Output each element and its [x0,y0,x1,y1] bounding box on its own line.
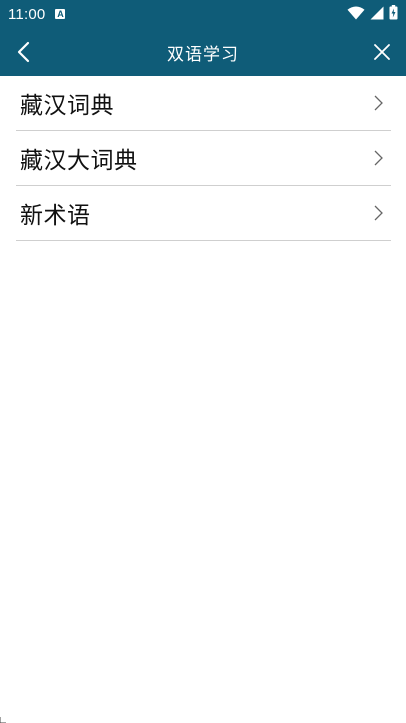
list-item-label: 藏汉大词典 [20,148,138,174]
wifi-icon [347,6,365,19]
list-item-label: 新术语 [20,203,91,229]
chevron-right-icon [374,205,383,221]
page-title: 双语学习 [167,44,239,65]
corner-decoration [0,717,6,723]
list-item-new-terms[interactable]: 新术语 [16,186,391,241]
back-chevron-icon[interactable] [14,40,36,64]
chevron-right-icon [374,95,383,111]
list-item-label: 藏汉词典 [20,93,114,119]
close-icon[interactable] [371,41,393,63]
dictionary-list: 藏汉词典 藏汉大词典 新术语 [16,76,391,241]
signal-icon [370,6,384,19]
battery-icon [389,5,398,20]
a-badge-icon: A [55,9,66,19]
top-bar: 11:00 A 双语学习 [0,0,406,76]
navigation-bar: 双语学习 [0,28,406,76]
list-item-tibetan-chinese-dictionary[interactable]: 藏汉词典 [16,76,391,131]
app-screen: 11:00 A 双语学习 藏汉词典 藏汉大词典 新术语 [0,0,406,723]
chevron-right-icon [374,150,383,166]
status-time: 11:00 [8,5,46,23]
status-bar: 11:00 A [0,0,406,28]
status-icons [347,5,398,20]
list-item-tibetan-chinese-grand-dictionary[interactable]: 藏汉大词典 [16,131,391,186]
